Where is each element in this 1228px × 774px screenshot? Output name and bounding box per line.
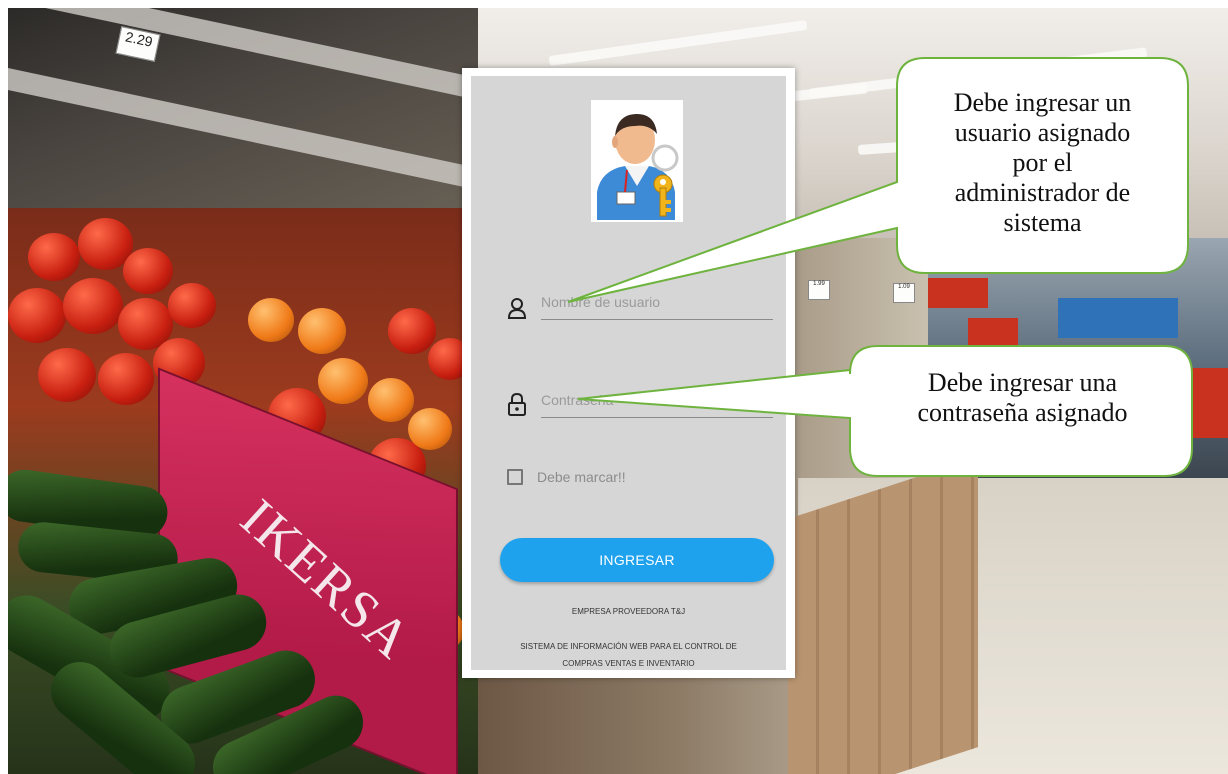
remember-checkbox[interactable] [507, 469, 523, 485]
system-description-line: SISTEMA DE INFORMACIÓN WEB PARA EL CONTR… [520, 642, 737, 651]
callout-line: sistema [1003, 208, 1082, 237]
callout-line: usuario asignado [954, 118, 1131, 147]
password-callout-text: Debe ingresar una contraseña asignado [860, 368, 1185, 428]
user-with-key-icon [591, 100, 683, 222]
password-input[interactable] [541, 388, 773, 418]
system-description-line: COMPRAS VENTAS E INVENTARIO [562, 659, 695, 668]
callout-line: Debe ingresar una [927, 368, 1118, 397]
lock-icon [507, 392, 527, 416]
login-panel: Debe marcar!! INGRESAR EMPRESA PROVEEDOR… [471, 76, 786, 670]
top-shelf [8, 8, 478, 238]
user-icon [507, 296, 527, 320]
checkbox-label: Debe marcar!! [537, 469, 626, 485]
callout-line: Debe ingresar un [953, 88, 1132, 117]
callout-line: administrador de [954, 178, 1131, 207]
login-card: Debe marcar!! INGRESAR EMPRESA PROVEEDOR… [462, 68, 795, 678]
system-description: SISTEMA DE INFORMACIÓN WEB PARA EL CONTR… [491, 638, 766, 672]
callout-line: contraseña asignado [917, 398, 1128, 427]
ingresar-button[interactable]: INGRESAR [500, 538, 774, 582]
company-name: EMPRESA PROVEEDORA T&J [571, 607, 686, 616]
aisle-shelves [928, 238, 1228, 478]
price-tag: 1.09 [893, 283, 915, 303]
username-callout-text: Debe ingresar un usuario asignado por el… [905, 88, 1180, 253]
username-input[interactable] [541, 290, 773, 320]
callout-line: por el [1012, 148, 1073, 177]
price-tag: 1.99 [808, 280, 830, 300]
